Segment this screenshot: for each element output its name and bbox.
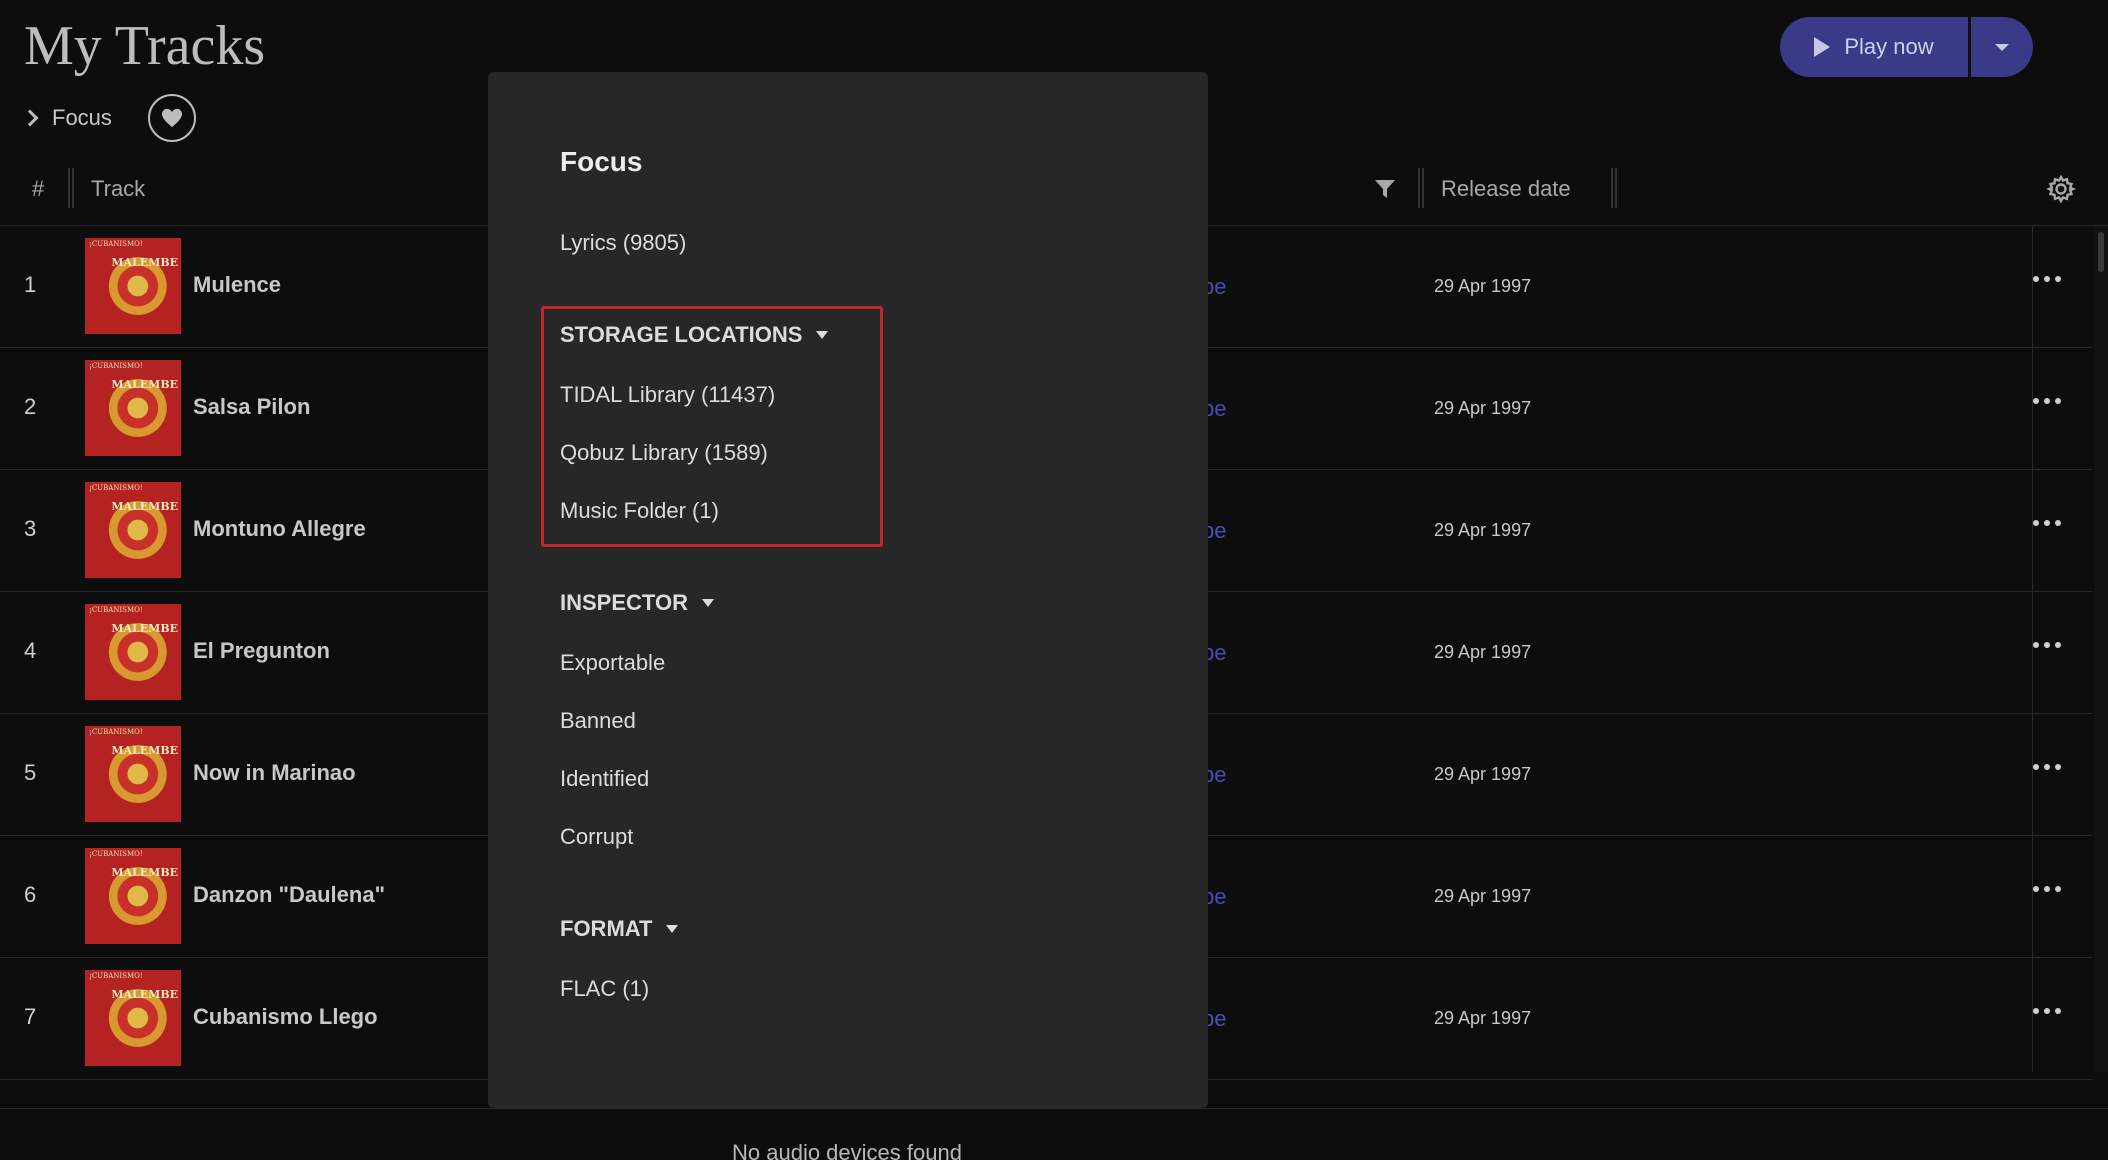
- focus-item-identified[interactable]: Identified: [560, 766, 649, 792]
- more-options-icon[interactable]: [2033, 520, 2061, 526]
- focus-panel: Focus Lyrics (9805) STORAGE LOCATIONS TI…: [488, 72, 1208, 1108]
- filter-icon[interactable]: [1374, 178, 1396, 205]
- focus-row: Focus: [21, 94, 196, 142]
- heart-icon: [161, 108, 182, 128]
- format-label: FORMAT: [560, 916, 653, 941]
- album-art-name-text: MALEMBE: [111, 500, 178, 513]
- track-title[interactable]: Cubanismo Llego: [193, 1004, 378, 1030]
- album-cover[interactable]: ¡CUBANISMO! MALEMBE: [85, 848, 181, 944]
- album-art-top-text: ¡CUBANISMO!: [89, 972, 143, 980]
- highlight-box: [541, 306, 883, 547]
- track-title[interactable]: Danzon "Daulena": [193, 882, 385, 908]
- play-now-label: Play now: [1844, 34, 1934, 59]
- focus-item-lyrics[interactable]: Lyrics (9805): [560, 230, 686, 256]
- caret-down-icon: [1995, 43, 2009, 51]
- focus-panel-title: Focus: [560, 146, 643, 177]
- chevron-right-icon: [21, 109, 39, 127]
- inspector-header[interactable]: INSPECTOR: [560, 590, 714, 616]
- track-number: 1: [24, 272, 37, 297]
- column-release-date[interactable]: Release date: [1441, 176, 1571, 202]
- album-cover[interactable]: ¡CUBANISMO! MALEMBE: [85, 360, 181, 456]
- album-art-top-text: ¡CUBANISMO!: [89, 362, 143, 370]
- audio-device-status: No audio devices found: [732, 1140, 962, 1160]
- album-art-top-text: ¡CUBANISMO!: [89, 240, 143, 248]
- release-date: 29 Apr 1997: [1434, 642, 1532, 662]
- scrollbar-thumb[interactable]: [2098, 232, 2104, 272]
- album-art-top-text: ¡CUBANISMO!: [89, 728, 143, 736]
- play-options-dropdown[interactable]: [1971, 17, 2033, 77]
- format-header[interactable]: FORMAT: [560, 916, 679, 942]
- album-art-name-text: MALEMBE: [111, 256, 178, 269]
- release-date: 29 Apr 1997: [1434, 886, 1532, 906]
- play-icon: [1814, 37, 1831, 57]
- release-date: 29 Apr 1997: [1434, 764, 1532, 784]
- album-art-top-text: ¡CUBANISMO!: [89, 850, 143, 858]
- column-resize-handle[interactable]: [1418, 168, 1424, 208]
- focus-item-banned[interactable]: Banned: [560, 708, 636, 734]
- track-number: 3: [24, 516, 37, 541]
- album-art-name-text: MALEMBE: [111, 988, 178, 1001]
- focus-item-corrupt[interactable]: Corrupt: [560, 824, 633, 850]
- more-options-icon[interactable]: [2033, 1008, 2061, 1014]
- album-cover[interactable]: ¡CUBANISMO! MALEMBE: [85, 482, 181, 578]
- album-cover[interactable]: ¡CUBANISMO! MALEMBE: [85, 604, 181, 700]
- album-art-name-text: MALEMBE: [111, 866, 178, 879]
- album-art-name-text: MALEMBE: [111, 744, 178, 757]
- release-date: 29 Apr 1997: [1434, 520, 1532, 540]
- track-number: 7: [24, 1004, 37, 1029]
- play-group: Play now: [1780, 17, 2033, 77]
- column-number[interactable]: #: [32, 176, 44, 202]
- page-title: My Tracks: [24, 15, 266, 77]
- gear-icon[interactable]: [2045, 174, 2077, 209]
- album-art-name-text: MALEMBE: [111, 622, 178, 635]
- more-options-icon[interactable]: [2033, 642, 2061, 648]
- column-resize-handle[interactable]: [1611, 168, 1617, 208]
- more-options-icon[interactable]: [2033, 886, 2061, 892]
- album-cover[interactable]: ¡CUBANISMO! MALEMBE: [85, 238, 181, 334]
- focus-toggle[interactable]: Focus: [21, 105, 112, 131]
- column-track[interactable]: Track: [91, 176, 145, 202]
- track-number: 4: [24, 638, 37, 663]
- more-options-icon[interactable]: [2033, 276, 2061, 282]
- scrollbar[interactable]: [2094, 226, 2108, 1072]
- album-cover[interactable]: ¡CUBANISMO! MALEMBE: [85, 726, 181, 822]
- column-divider: [2032, 226, 2033, 1072]
- track-number: 2: [24, 394, 37, 419]
- album-art-name-text: MALEMBE: [111, 378, 178, 391]
- album-art-top-text: ¡CUBANISMO!: [89, 606, 143, 614]
- release-date: 29 Apr 1997: [1434, 1008, 1532, 1028]
- caret-down-icon: [666, 925, 679, 933]
- track-title[interactable]: Now in Marinao: [193, 760, 356, 786]
- track-title[interactable]: Montuno Allegre: [193, 516, 366, 542]
- inspector-label: INSPECTOR: [560, 590, 688, 615]
- more-options-icon[interactable]: [2033, 764, 2061, 770]
- track-title[interactable]: El Pregunton: [193, 638, 330, 664]
- track-title[interactable]: Salsa Pilon: [193, 394, 310, 420]
- caret-down-icon: [701, 599, 714, 607]
- column-resize-handle[interactable]: [68, 168, 74, 208]
- release-date: 29 Apr 1997: [1434, 398, 1532, 418]
- track-number: 6: [24, 882, 37, 907]
- album-cover[interactable]: ¡CUBANISMO! MALEMBE: [85, 970, 181, 1066]
- focus-label: Focus: [52, 105, 112, 130]
- more-options-icon[interactable]: [2033, 398, 2061, 404]
- favorite-button[interactable]: [147, 94, 196, 142]
- track-number: 5: [24, 760, 37, 785]
- track-title[interactable]: Mulence: [193, 272, 281, 298]
- focus-item-exportable[interactable]: Exportable: [560, 650, 665, 676]
- focus-item-flac[interactable]: FLAC (1): [560, 976, 649, 1002]
- play-now-button[interactable]: Play now: [1780, 17, 1968, 77]
- release-date: 29 Apr 1997: [1434, 276, 1532, 296]
- album-art-top-text: ¡CUBANISMO!: [89, 484, 143, 492]
- footer-divider: [0, 1108, 2108, 1109]
